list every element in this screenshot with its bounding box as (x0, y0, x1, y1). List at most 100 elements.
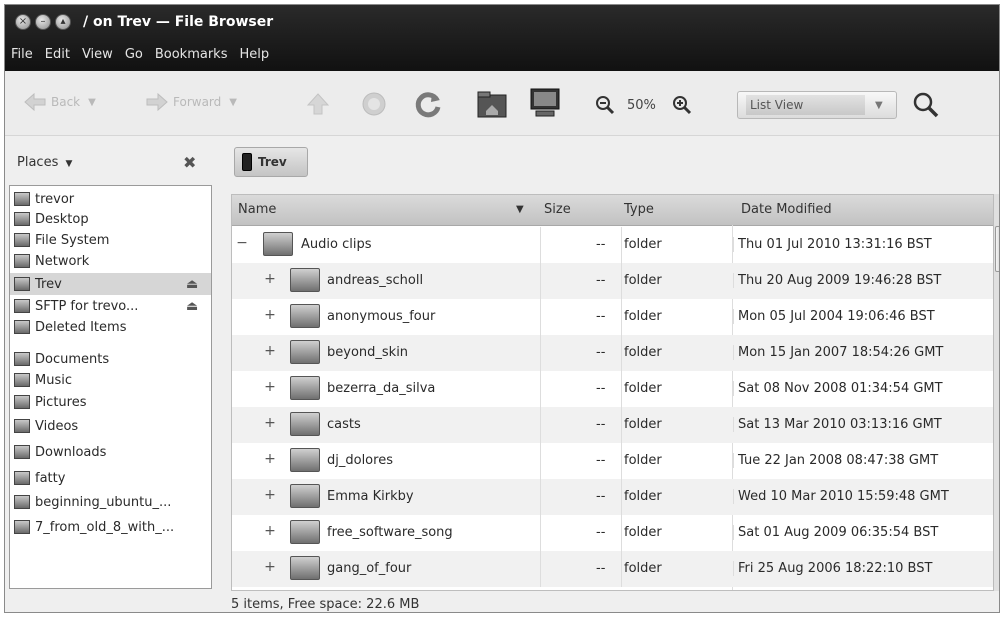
eject-icon[interactable]: ⏏ (186, 299, 198, 314)
menu-go[interactable]: Go (123, 47, 145, 62)
size-cell (540, 443, 622, 479)
documents-folder-icon (14, 352, 30, 366)
file-name: beyond_skin (327, 345, 409, 360)
sidebar-item-beginning-ubuntu[interactable]: beginning_ubuntu_... (10, 492, 211, 512)
close-sidebar-icon[interactable]: ✖ (183, 153, 196, 172)
window-title: / on Trev — File Browser (83, 14, 274, 30)
expand-icon[interactable]: + (262, 560, 278, 576)
sidebar-item-deleted-items[interactable]: Deleted Items (10, 317, 211, 337)
places-dropdown[interactable]: Places ▼ (17, 155, 72, 170)
file-type: folder (624, 381, 662, 396)
expand-icon[interactable]: + (262, 452, 278, 468)
table-row[interactable]: − Audio clips -- folder Thu 01 Jul 2010 … (232, 227, 993, 263)
home-icon[interactable] (476, 89, 508, 119)
folder-icon (263, 232, 293, 256)
vertical-scrollbar[interactable] (993, 194, 999, 591)
menu-view[interactable]: View (80, 47, 115, 62)
sidebar-item-downloads[interactable]: Downloads (10, 442, 211, 462)
path-button-trev[interactable]: Trev (234, 147, 308, 177)
file-date: Sat 13 Mar 2010 03:13:16 GMT (733, 417, 942, 432)
sidebar-item-trevor[interactable]: trevor (10, 189, 211, 209)
table-row[interactable]: + beyond_skin -- folder Mon 15 Jan 2007 … (232, 335, 993, 371)
expand-icon[interactable]: + (262, 416, 278, 432)
folder-icon (290, 376, 320, 400)
expand-icon[interactable]: + (262, 380, 278, 396)
menu-file[interactable]: File (9, 47, 35, 62)
file-size: -- (596, 417, 606, 432)
close-window-icon[interactable]: × (15, 14, 31, 30)
column-header-size[interactable]: Size (544, 202, 571, 217)
sidebar-item-documents[interactable]: Documents (10, 349, 211, 369)
expand-icon[interactable]: + (262, 272, 278, 288)
menu-help[interactable]: Help (237, 47, 271, 62)
sidebar-item-pictures[interactable]: Pictures (10, 392, 211, 412)
folder-icon (290, 412, 320, 436)
music-folder-icon (14, 373, 30, 387)
sidebar-item-network[interactable]: Network (10, 251, 211, 271)
table-row[interactable]: + andreas_scholl -- folder Thu 20 Aug 20… (232, 263, 993, 299)
expand-icon[interactable]: + (262, 344, 278, 360)
table-row[interactable]: + Emma Kirkby -- folder Wed 10 Mar 2010 … (232, 479, 993, 515)
column-header-date-modified[interactable]: Date Modified (741, 202, 832, 217)
expand-icon[interactable]: + (262, 524, 278, 540)
table-row[interactable]: + gang_of_four -- folder Fri 25 Aug 2006… (232, 551, 993, 587)
sort-descending-icon[interactable]: ▼ (516, 204, 524, 215)
file-date: Thu 01 Jul 2010 13:31:16 BST (733, 237, 932, 252)
sidebar-item-videos[interactable]: Videos (10, 416, 211, 436)
folder-icon (290, 556, 320, 580)
sidebar-item-sftp[interactable]: SFTP for trevo... ⏏ (10, 296, 211, 316)
back-button[interactable]: Back ▼ (23, 92, 96, 112)
file-name: gang_of_four (327, 561, 412, 576)
status-bar: 5 items, Free space: 22.6 MB (231, 597, 420, 612)
file-size: -- (596, 237, 606, 252)
network-share-icon (14, 299, 30, 313)
table-row[interactable]: + free_software_song -- folder Sat 01 Au… (232, 515, 993, 551)
expand-icon[interactable]: + (262, 308, 278, 324)
places-label: Places (17, 155, 59, 170)
file-date: Wed 10 Mar 2010 15:59:48 GMT (733, 489, 949, 504)
table-row[interactable]: + bezerra_da_silva -- folder Sat 08 Nov … (232, 371, 993, 407)
eject-icon[interactable]: ⏏ (186, 277, 198, 292)
file-date: Mon 15 Jan 2007 18:54:26 GMT (733, 345, 943, 360)
places-sidebar: trevor Desktop File System Network Trev ⏏… (9, 185, 212, 589)
drive-icon (14, 233, 30, 247)
search-icon[interactable] (912, 91, 940, 119)
stop-icon[interactable] (360, 90, 388, 118)
zoom-in-icon[interactable] (672, 95, 692, 115)
sidebar-item-trev[interactable]: Trev ⏏ (10, 273, 211, 295)
file-date: Fri 25 Aug 2006 18:22:10 BST (733, 561, 932, 576)
minimize-window-icon[interactable]: – (35, 14, 51, 30)
column-header-name[interactable]: Name (238, 202, 276, 217)
collapse-icon[interactable]: − (234, 236, 250, 252)
sidebar-item-music[interactable]: Music (10, 370, 211, 390)
computer-icon[interactable] (528, 87, 562, 119)
maximize-window-icon[interactable]: ▴ (55, 14, 71, 30)
file-name: bezerra_da_silva (327, 381, 436, 396)
forward-history-dropdown-icon[interactable]: ▼ (229, 97, 237, 108)
zoom-out-icon[interactable] (595, 95, 615, 115)
size-cell (540, 479, 622, 515)
forward-button[interactable]: Forward ▼ (145, 92, 237, 112)
folder-icon (14, 471, 30, 485)
column-header-type[interactable]: Type (624, 202, 654, 217)
back-history-dropdown-icon[interactable]: ▼ (88, 97, 96, 108)
up-icon[interactable] (305, 91, 331, 117)
folder-icon (290, 268, 320, 292)
view-mode-value: List View (746, 95, 865, 115)
table-row[interactable]: + anonymous_four -- folder Mon 05 Jul 20… (232, 299, 993, 335)
scrollbar-thumb[interactable] (995, 226, 999, 272)
sidebar-item-7-from-old-8[interactable]: 7_from_old_8_with_... (10, 517, 211, 537)
table-row[interactable]: + casts -- folder Sat 13 Mar 2010 03:13:… (232, 407, 993, 443)
menu-bookmarks[interactable]: Bookmarks (153, 47, 230, 62)
menu-edit[interactable]: Edit (43, 47, 72, 62)
file-size: -- (596, 525, 606, 540)
file-date: Tue 22 Jan 2008 08:47:38 GMT (733, 453, 938, 468)
reload-icon[interactable] (413, 89, 443, 119)
sidebar-item-file-system[interactable]: File System (10, 230, 211, 250)
file-type: folder (624, 345, 662, 360)
sidebar-item-fatty[interactable]: fatty (10, 468, 211, 488)
sidebar-item-desktop[interactable]: Desktop (10, 209, 211, 229)
view-mode-select[interactable]: List View ▼ (737, 91, 897, 119)
expand-icon[interactable]: + (262, 488, 278, 504)
table-row[interactable]: + dj_dolores -- folder Tue 22 Jan 2008 0… (232, 443, 993, 479)
